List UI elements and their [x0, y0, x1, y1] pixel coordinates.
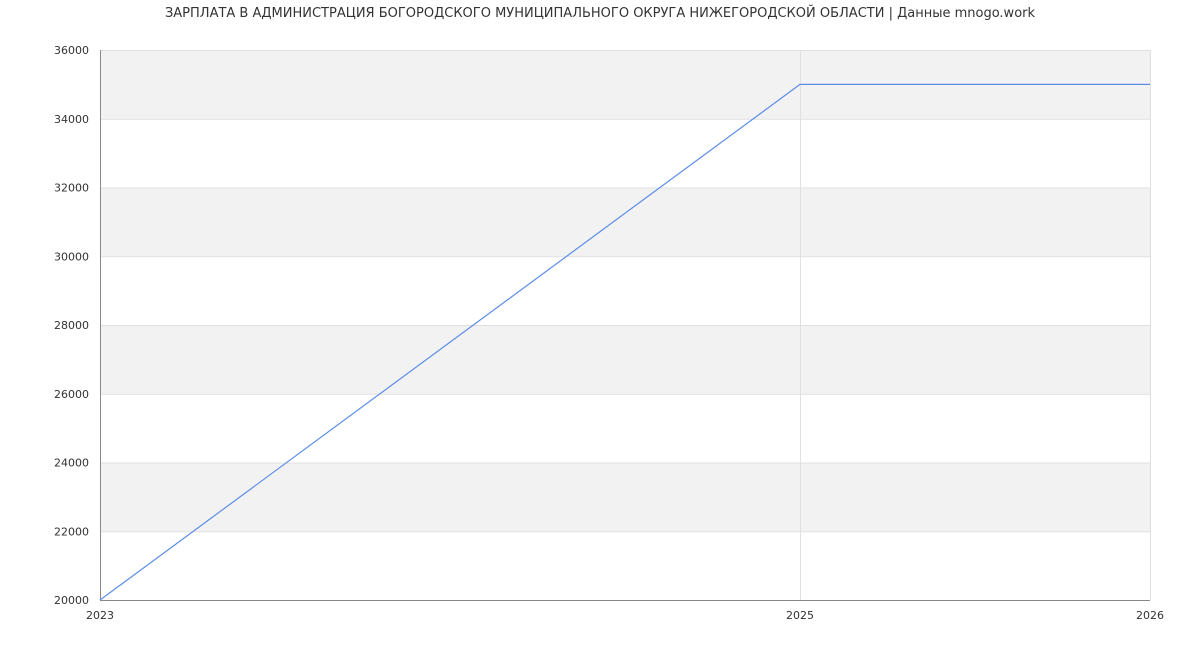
grid-band: [100, 187, 1150, 257]
line-chart: 20000 22000 24000 26000 28000 30000 32000 34000…: [54, 44, 1164, 622]
x-tick-label: 2023: [86, 609, 114, 622]
y-tick-label: 26000: [54, 388, 89, 401]
x-tick-labels: 2023 2025 2026: [86, 609, 1164, 622]
y-tick-label: 24000: [54, 457, 89, 470]
y-tick-label: 20000: [54, 594, 89, 607]
grid-band: [100, 325, 1150, 394]
y-tick-label: 36000: [54, 44, 89, 57]
grid-band: [100, 462, 1150, 532]
y-tick-labels: 20000 22000 24000 26000 28000 30000 32000 34000…: [54, 44, 89, 607]
y-tick-label: 34000: [54, 113, 89, 126]
y-tick-label: 30000: [54, 250, 89, 263]
background-bands: [100, 50, 1150, 532]
y-tick-label: 22000: [54, 525, 89, 538]
y-tick-label: 28000: [54, 319, 89, 332]
x-tick-label: 2025: [786, 609, 814, 622]
x-tick-label: 2026: [1136, 609, 1164, 622]
y-tick-label: 32000: [54, 182, 89, 195]
